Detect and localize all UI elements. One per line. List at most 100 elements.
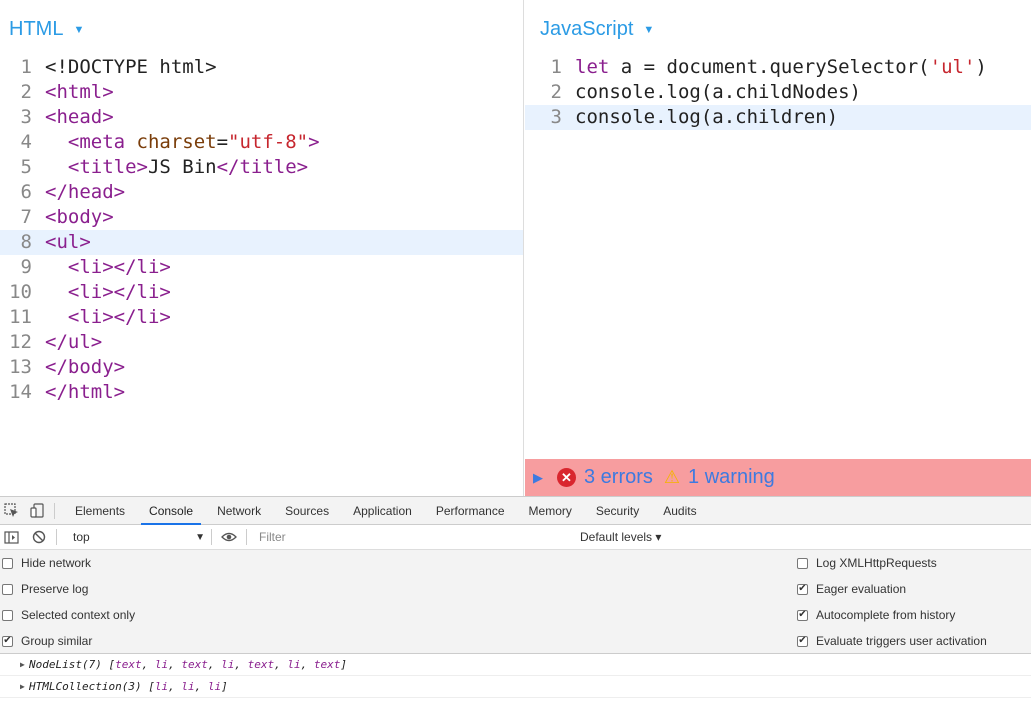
console-filter-input[interactable]: [255, 528, 577, 546]
code-token: <!DOCTYPE html>: [45, 56, 217, 78]
console-log-entry[interactable]: ▶ NodeList(7) [text, li, text, li, text, …: [0, 654, 1031, 676]
code-token: </head>: [45, 181, 126, 203]
code-token: <li></li>: [45, 306, 171, 328]
setting-hide-network[interactable]: Hide network: [2, 550, 91, 576]
log-item: li: [207, 680, 222, 693]
tab-elements[interactable]: Elements: [67, 497, 133, 525]
setting-group-similar[interactable]: ✔ Group similar: [2, 628, 92, 654]
code-token: JS Bin: [147, 156, 217, 178]
setting-selected-context-only[interactable]: Selected context only: [2, 602, 135, 628]
log-prefix: NodeList(7) [: [29, 658, 116, 671]
html-code-editor[interactable]: 1 <!DOCTYPE html> 2 <html> 3 <head> 4 <meta ch…: [0, 55, 523, 405]
tab-application[interactable]: Application: [345, 497, 420, 525]
javascript-code-line[interactable]: 3 console.log(a.children): [525, 105, 1031, 130]
console-log-entry[interactable]: ▶ HTMLCollection(3) [li, li, li]: [0, 676, 1031, 698]
log-separator: ,: [141, 658, 155, 671]
toolbar-divider: [54, 502, 55, 519]
html-code-line[interactable]: 9 <li></li>: [0, 255, 523, 280]
html-code-line[interactable]: 5 <title>JS Bin</title>: [0, 155, 523, 180]
code-token: </html>: [45, 381, 126, 403]
code-token: <head>: [45, 106, 114, 128]
context-selector[interactable]: top ▼: [69, 527, 209, 547]
html-code-line[interactable]: 7 <body>: [0, 205, 523, 230]
code-token: console.log(a.children): [575, 106, 839, 128]
javascript-code-line[interactable]: 2 console.log(a.childNodes): [525, 80, 1031, 105]
code-token: </ul>: [45, 331, 103, 353]
checkbox-hide-network[interactable]: [2, 557, 13, 569]
code-token: "utf-8": [228, 131, 309, 153]
console-messages: ▶ NodeList(7) [text, li, text, li, text, …: [0, 654, 1031, 698]
error-summary-bar[interactable]: ▶ ✕ 3 errors ⚠ 1 warning: [525, 459, 1031, 496]
log-separator: ,: [168, 658, 182, 671]
expand-triangle-icon[interactable]: ▶: [533, 470, 543, 486]
javascript-pane-title-label: JavaScript: [540, 18, 634, 40]
toolbar-divider: [246, 529, 247, 545]
checkbox-group-similar[interactable]: ✔: [2, 635, 13, 647]
inspect-element-icon[interactable]: [2, 502, 20, 520]
tab-audits[interactable]: Audits: [655, 497, 704, 525]
javascript-pane-title[interactable]: JavaScript ▼: [540, 18, 654, 41]
html-code-line[interactable]: 2 <html>: [0, 80, 523, 105]
html-code-line[interactable]: 14 </html>: [0, 380, 523, 405]
checkbox-log-xmlhttprequests[interactable]: [797, 557, 808, 569]
log-item: li: [154, 680, 169, 693]
tab-network[interactable]: Network: [209, 497, 269, 525]
setting-label: Autocomplete from history: [816, 608, 956, 622]
setting-autocomplete-from-history[interactable]: ✔ Autocomplete from history: [797, 602, 955, 628]
setting-log-xmlhttprequests[interactable]: Log XMLHttpRequests: [797, 550, 937, 576]
line-number: 3: [20, 106, 32, 128]
code-token: <title>: [45, 156, 148, 178]
checkbox-evaluate-triggers-user-activation[interactable]: ✔: [797, 635, 808, 647]
tab-performance[interactable]: Performance: [428, 497, 513, 525]
setting-preserve-log[interactable]: Preserve log: [2, 576, 88, 602]
log-levels-dropdown[interactable]: Default levels ▾: [580, 530, 661, 544]
html-code-line[interactable]: 11 <li></li>: [0, 305, 523, 330]
checkbox-selected-context-only[interactable]: [2, 609, 13, 621]
html-code-line[interactable]: 3 <head>: [0, 105, 523, 130]
expand-triangle-icon[interactable]: ▶: [20, 654, 25, 676]
code-token: a = document.querySelector(: [609, 56, 930, 78]
javascript-code-editor[interactable]: 1 let a = document.querySelector('ul') 2 co…: [525, 55, 1031, 130]
html-code-line[interactable]: 12 </ul>: [0, 330, 523, 355]
expand-triangle-icon[interactable]: ▶: [20, 676, 25, 698]
line-number: 4: [20, 131, 32, 153]
html-code-line[interactable]: 8 <ul>: [0, 230, 523, 255]
javascript-editor-pane: JavaScript ▼ 1 let a = document.querySele…: [525, 0, 1031, 496]
tab-console[interactable]: Console: [141, 497, 202, 525]
clear-console-icon[interactable]: [30, 528, 48, 546]
tab-sources[interactable]: Sources: [277, 497, 337, 525]
log-text: NodeList(7) [text, li, text, li, text, l…: [29, 658, 347, 671]
sidebar-toggle-icon[interactable]: [2, 528, 20, 546]
html-pane-title-label: HTML: [9, 18, 64, 40]
code-token: =: [216, 131, 229, 153]
log-item: text: [313, 658, 341, 671]
setting-eager-evaluation[interactable]: ✔ Eager evaluation: [797, 576, 906, 602]
code-token: charset: [136, 131, 217, 153]
toolbar-divider: [211, 529, 212, 545]
html-code-line[interactable]: 6 </head>: [0, 180, 523, 205]
html-pane-title[interactable]: HTML ▼: [9, 18, 84, 41]
checkbox-eager-evaluation[interactable]: ✔: [797, 583, 808, 595]
line-number: 2: [550, 81, 562, 103]
device-toolbar-icon[interactable]: [28, 502, 46, 520]
html-code-line[interactable]: 1 <!DOCTYPE html>: [0, 55, 523, 80]
setting-label: Log XMLHttpRequests: [816, 556, 937, 570]
log-separator: ,: [168, 680, 182, 693]
log-separator: ,: [274, 658, 288, 671]
checkbox-preserve-log[interactable]: [2, 583, 13, 595]
tab-security[interactable]: Security: [588, 497, 647, 525]
javascript-code-line[interactable]: 1 let a = document.querySelector('ul'): [525, 55, 1031, 80]
html-code-line[interactable]: 10 <li></li>: [0, 280, 523, 305]
code-token: console.log(a.childNodes): [575, 81, 861, 103]
html-code-line[interactable]: 4 <meta charset="utf-8">: [0, 130, 523, 155]
line-number: 7: [20, 206, 32, 228]
toolbar-divider: [56, 529, 57, 545]
html-code-line[interactable]: 13 </body>: [0, 355, 523, 380]
live-expression-icon[interactable]: [220, 528, 238, 546]
line-number: 3: [550, 106, 562, 128]
devtools-tabbar: Elements Console Network Sources Application…: [0, 496, 1031, 525]
tab-memory[interactable]: Memory: [521, 497, 580, 525]
checkbox-autocomplete-from-history[interactable]: ✔: [797, 609, 808, 621]
code-token: let: [575, 56, 610, 78]
setting-evaluate-triggers-user-activation[interactable]: ✔ Evaluate triggers user activation: [797, 628, 987, 654]
